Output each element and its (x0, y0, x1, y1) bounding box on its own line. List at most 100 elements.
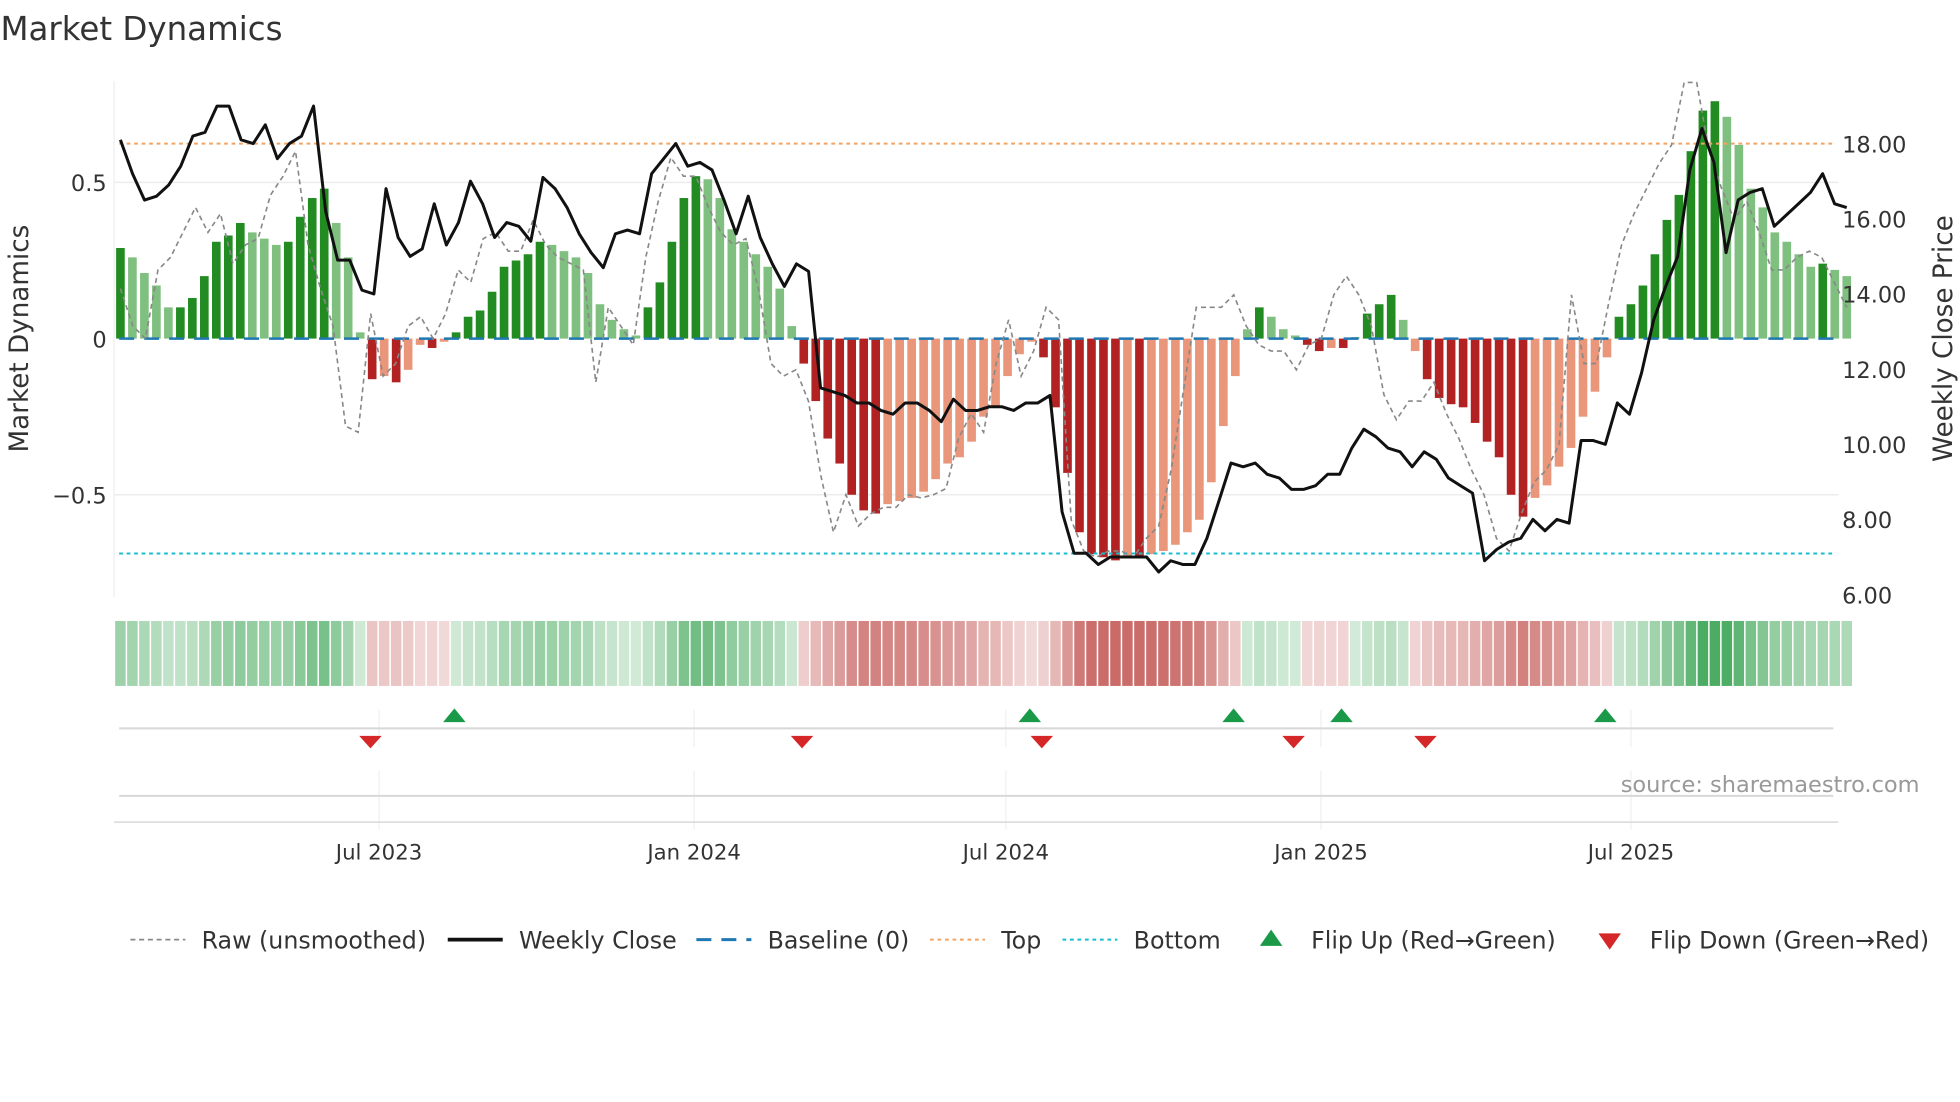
flip-down-marker (790, 735, 814, 749)
flip-up-marker (1222, 708, 1245, 723)
heat-cell (1194, 620, 1205, 686)
histogram-bar (152, 285, 161, 339)
histogram-bar (212, 241, 221, 339)
heat-cell (978, 620, 989, 686)
histogram-bar (991, 338, 1000, 408)
histogram-bar (1326, 338, 1336, 348)
heat-cell (1397, 620, 1409, 686)
histogram-bar (1458, 338, 1468, 408)
heat-cell (1314, 620, 1325, 686)
heat-cell (1409, 620, 1421, 686)
heat-cell (942, 620, 953, 686)
heat-cell (606, 620, 618, 686)
histogram-bar (1111, 338, 1120, 561)
histogram-bar (967, 338, 976, 442)
y2-tick-label: 10.00 (1842, 433, 1906, 459)
histogram-bar (1374, 304, 1384, 339)
legend-label-flip_up: Flip Up (Red→Green) (1311, 926, 1556, 954)
heat-cell (450, 620, 462, 686)
heat-cell (1541, 620, 1553, 686)
heat-cell (1529, 620, 1541, 686)
heat-cell (534, 620, 546, 686)
heat-cell (1122, 620, 1133, 686)
histogram-bar (643, 307, 653, 339)
heat-cell (1709, 620, 1721, 686)
heat-cell (558, 620, 570, 686)
raw-line (119, 81, 1848, 559)
histogram-bar (1782, 241, 1792, 339)
heat-cell (462, 620, 474, 686)
heat-cell (1026, 620, 1037, 686)
histogram-bar (1087, 338, 1096, 555)
heat-cell (306, 620, 318, 686)
heat-cell (918, 620, 929, 686)
heat-cell (786, 620, 798, 686)
heat-cell (115, 620, 126, 686)
heat-cell (1841, 620, 1852, 686)
heat-cell (1769, 620, 1781, 686)
histogram-bar (391, 338, 401, 383)
heat-cell (666, 620, 678, 686)
heat-cell (247, 620, 258, 686)
heat-cell (1290, 620, 1301, 686)
histogram-bar (847, 338, 857, 495)
heat-cell (1457, 620, 1469, 686)
histogram-bar (1398, 319, 1408, 339)
heat-cell (1421, 620, 1433, 686)
histogram-bar (427, 338, 437, 348)
histogram-bar (859, 338, 869, 511)
histogram-bar (1698, 110, 1708, 339)
flip-markers (114, 708, 1839, 830)
histogram-bar (1266, 316, 1276, 339)
histogram-bar (931, 338, 940, 480)
flip-up-marker (443, 708, 466, 723)
heat-cell (498, 620, 510, 686)
x-tick-label: Jan 2024 (645, 841, 741, 866)
heat-cell (187, 620, 198, 686)
histogram-bar (727, 229, 737, 339)
histogram-bar (343, 257, 353, 339)
histogram-bar (1434, 338, 1444, 398)
heat-cell (642, 620, 654, 686)
heat-cell (1733, 620, 1745, 686)
heat-cell (1349, 620, 1361, 686)
histogram-bar (1195, 338, 1204, 520)
heat-cell (318, 620, 330, 686)
flip-up-marker (1594, 708, 1617, 723)
histogram-bar (475, 310, 485, 339)
heat-cell (1014, 620, 1025, 686)
histogram-bar (1422, 338, 1432, 380)
heat-cell (1086, 620, 1097, 686)
heat-cell (1637, 620, 1649, 686)
heat-cell (870, 620, 881, 686)
histogram-bar (571, 257, 581, 339)
source-label: source: sharemaestro.com (1621, 772, 1920, 798)
histogram-bars (116, 101, 1852, 561)
heat-cell (151, 620, 162, 686)
heat-cell (223, 620, 234, 686)
heat-cell (726, 620, 738, 686)
heat-cell (1230, 620, 1241, 686)
histogram-bar (1830, 269, 1840, 339)
heat-cell (1158, 620, 1169, 686)
histogram-bar (1794, 254, 1804, 339)
heat-cell (930, 620, 941, 686)
chart-title: Market Dynamics (0, 10, 282, 48)
histogram-bar (200, 276, 209, 339)
legend-label-close: Weekly Close (519, 926, 677, 954)
heat-cell (1278, 620, 1289, 686)
y2-tick-label: 12.00 (1842, 358, 1906, 384)
flip-down-marker (1030, 735, 1054, 749)
y-tick-label: 0 (92, 327, 106, 353)
heat-cell (654, 620, 666, 686)
heat-cell (1337, 620, 1349, 686)
y2-tick-label: 6.00 (1842, 583, 1892, 609)
histogram-bar (1039, 338, 1048, 358)
heat-cell (1134, 620, 1145, 686)
y2-axis-label: Weekly Close Price (1929, 215, 1959, 462)
heat-cell (1002, 620, 1013, 686)
histogram-bar (1003, 338, 1012, 377)
histogram-bar (751, 254, 761, 339)
histogram-bar (247, 232, 257, 339)
heat-cell (1685, 620, 1697, 686)
